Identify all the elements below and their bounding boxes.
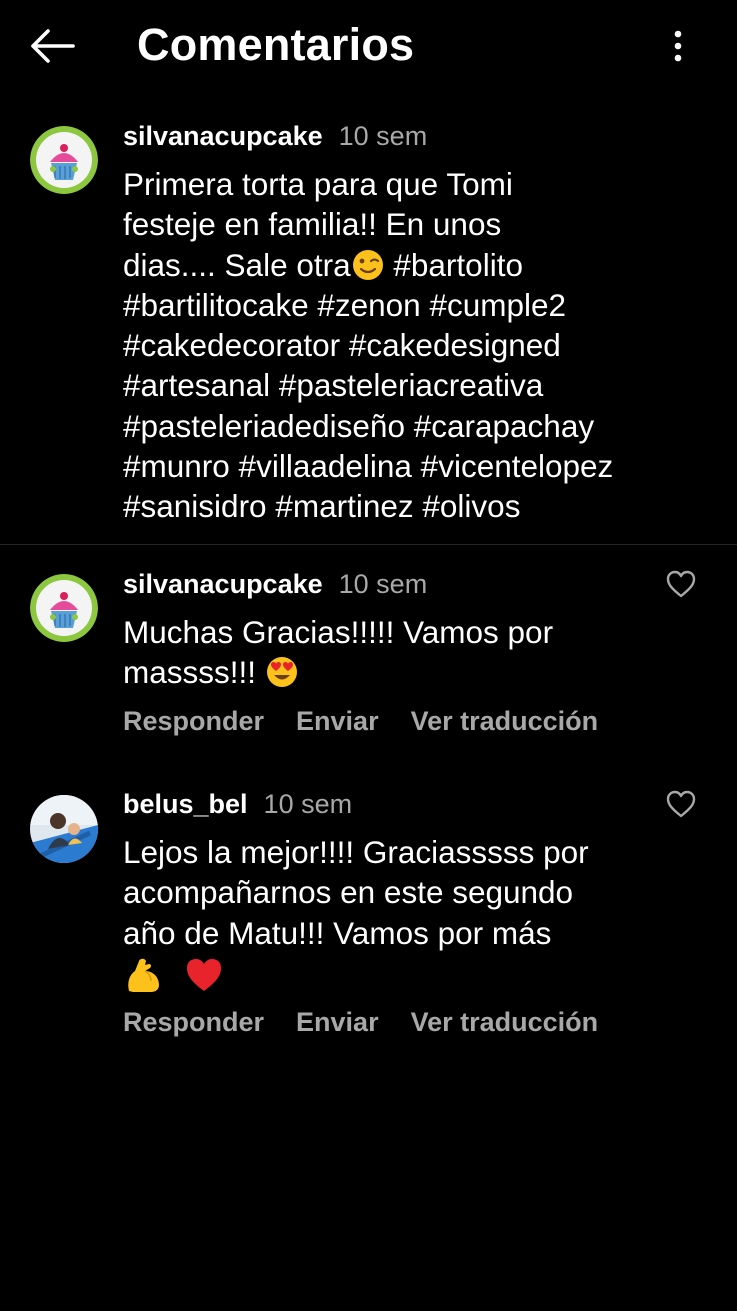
page-title: Comentarios [137, 19, 415, 70]
send-button[interactable]: Enviar [296, 1007, 379, 1038]
like-button[interactable] [664, 567, 698, 601]
avatar[interactable] [30, 126, 98, 194]
username[interactable]: silvanacupcake [123, 121, 323, 152]
heart-eyes-emoji [265, 655, 299, 689]
text-line: #munro #villaadelina #vicentelopez [123, 448, 614, 485]
text-line: Primera torta para que Tomi [123, 166, 513, 202]
text-segment: #bartolito [384, 246, 523, 283]
like-button[interactable] [664, 787, 698, 821]
comment-text: Muchas Gracias!!!!! Vamos por massss!!! [123, 612, 703, 693]
post-caption: silvanacupcake 10 sem Primera torta para… [0, 116, 737, 554]
red-heart-emoji [184, 955, 224, 995]
winking-face-emoji [351, 248, 385, 282]
text-line: festeje en familia!! En unos [123, 206, 502, 243]
avatar[interactable] [30, 795, 98, 863]
see-translation-button[interactable]: Ver traducción [411, 1007, 599, 1038]
text-line: #sanisidro #martinez #olivos [123, 488, 521, 525]
vertical-dots-icon [674, 30, 682, 62]
text-segment: dias.... Sale otra [123, 246, 351, 283]
timestamp: 10 sem [263, 788, 353, 819]
heart-outline-icon [666, 570, 696, 598]
comment-meta: belus_bel 10 sem [123, 784, 352, 824]
more-options-button[interactable] [660, 24, 696, 68]
cupcake-logo-icon [30, 126, 98, 194]
username[interactable]: silvanacupcake [123, 569, 323, 600]
text-segment: massss!!! [123, 654, 265, 691]
comment-text: Lejos la mejor!!!! Graciasssss por acomp… [123, 832, 703, 995]
emoji-line [123, 953, 703, 995]
back-button[interactable] [26, 22, 78, 70]
flexed-biceps-emoji [123, 955, 163, 995]
top-bar: Comentarios [0, 0, 737, 92]
see-translation-button[interactable]: Ver traducción [411, 706, 599, 737]
comment-actions: Responder Enviar Ver traducción [123, 706, 630, 737]
caption-divider [0, 544, 737, 545]
user-photo-icon [30, 795, 98, 863]
text-line: #artesanal #pasteleriacreativa [123, 367, 544, 404]
username[interactable]: belus_bel [123, 789, 248, 820]
send-button[interactable]: Enviar [296, 706, 379, 737]
avatar[interactable] [30, 574, 98, 642]
text-line: acompañarnos en este segundo [123, 874, 574, 911]
timestamp: 10 sem [338, 568, 428, 599]
comment-meta: silvanacupcake 10 sem [123, 564, 427, 604]
caption-text: Primera torta para que Tomi festeje en f… [123, 164, 703, 527]
text-line: massss!!! [123, 652, 703, 692]
text-line: #cakedecorator #cakedesigned [123, 327, 561, 364]
reply-button[interactable]: Responder [123, 706, 264, 737]
reply-button[interactable]: Responder [123, 1007, 264, 1038]
text-line: #bartilitocake #zenon #cumple2 [123, 286, 567, 323]
arrow-left-icon [31, 29, 75, 63]
comment-actions: Responder Enviar Ver traducción [123, 1007, 630, 1038]
text-line: año de Matu!!! Vamos por más [123, 914, 552, 951]
text-line: dias.... Sale otra #bartolito [123, 245, 703, 285]
text-line: Muchas Gracias!!!!! Vamos por [123, 614, 554, 650]
heart-outline-icon [666, 790, 696, 818]
text-line: #pasteleriadediseño #carapachay [123, 407, 595, 444]
text-line: Lejos la mejor!!!! Graciasssss por [123, 834, 589, 870]
timestamp: 10 sem [338, 120, 428, 151]
comment-meta: silvanacupcake 10 sem [123, 116, 427, 156]
cupcake-logo-icon [30, 574, 98, 642]
